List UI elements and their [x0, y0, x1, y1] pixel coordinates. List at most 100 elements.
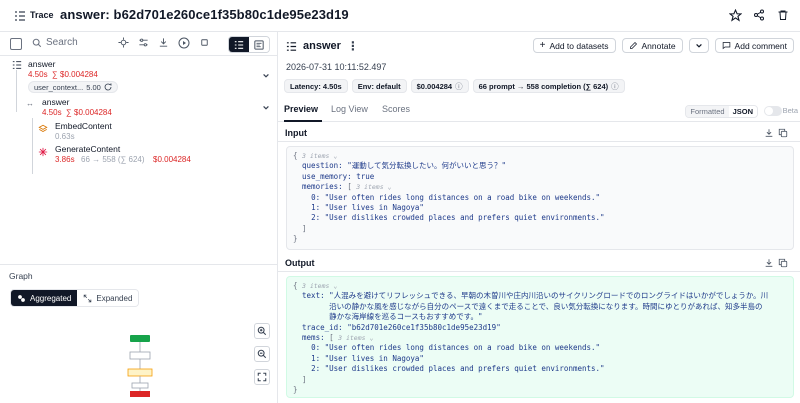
- info-icon: ⓘ: [611, 81, 619, 91]
- sliders-icon[interactable]: [138, 37, 149, 51]
- detail-panel: answer ⋮ + Add to datasets Annotate Add …: [278, 32, 800, 403]
- formatted-option[interactable]: Formatted: [686, 106, 729, 117]
- json-key: mems:: [302, 333, 325, 343]
- share-icon[interactable]: [752, 8, 766, 22]
- expanded-button[interactable]: Expanded: [77, 290, 139, 306]
- timeline-view-icon[interactable]: [249, 37, 269, 52]
- output-section-header: Output: [278, 254, 800, 272]
- json-array-item: 2: "User dislikes crowded places and pre…: [311, 213, 605, 223]
- download-icon[interactable]: [764, 128, 774, 138]
- play-icon[interactable]: [178, 37, 190, 51]
- json-key: trace_id:: [302, 322, 343, 332]
- tree-view-icon[interactable]: [229, 37, 249, 52]
- aggregated-label: Aggregated: [30, 293, 72, 303]
- sigma-icon: ∑: [66, 108, 72, 117]
- input-label: Input: [285, 128, 307, 138]
- node-latency: 0.63s: [55, 132, 75, 141]
- output-label: Output: [285, 258, 315, 268]
- tree-toolbar: Search: [0, 32, 278, 56]
- aggregated-button[interactable]: Aggregated: [11, 290, 78, 306]
- add-comment-label: Add comment: [734, 40, 787, 51]
- node-name: GenerateContent: [55, 144, 121, 154]
- env-badge: Env: default: [351, 79, 407, 93]
- more-options-icon[interactable]: ⋮: [347, 40, 359, 52]
- node-latency: 4.50s: [42, 108, 62, 117]
- observation-name: answer: [303, 40, 341, 52]
- add-to-datasets-label: Add to datasets: [549, 40, 609, 51]
- search-placeholder: Search: [46, 37, 78, 48]
- tokens-badge[interactable]: 66 prompt → 558 completion (∑ 624) ⓘ: [472, 79, 625, 93]
- copy-icon[interactable]: [778, 128, 788, 138]
- plus-icon: +: [539, 40, 546, 51]
- tree-connector: [32, 118, 33, 174]
- download-icon[interactable]: [764, 258, 774, 268]
- beta-label: Beta: [782, 106, 798, 115]
- json-array-item: 1: "User lives in Nagoya": [311, 203, 424, 213]
- items-count: 3 items: [338, 334, 366, 343]
- latency-badge: Latency: 4.50s: [284, 79, 348, 93]
- json-key: memories:: [302, 182, 343, 192]
- page-title: answer: b62d701e260ce1f35b80c1de95e23d19: [60, 7, 349, 22]
- annotate-label: Annotate: [641, 40, 676, 51]
- copy-icon[interactable]: [778, 258, 788, 268]
- cost-value: $0.004284: [416, 81, 453, 91]
- comment-icon: [722, 42, 730, 50]
- node-latency: 3.86s: [55, 155, 75, 164]
- active-tab-indicator: [284, 120, 322, 122]
- node-cost: $0.004284: [153, 155, 191, 164]
- cost-badge[interactable]: $0.004284 ⓘ: [410, 79, 469, 93]
- items-count: 3 items: [356, 183, 384, 192]
- graph-title: Graph: [9, 271, 33, 281]
- sparkle-icon: [38, 147, 48, 159]
- annotate-button[interactable]: Annotate: [621, 38, 683, 53]
- json-array-item: 1: "User lives in Nagoya": [311, 353, 424, 363]
- items-count: 3 items: [302, 152, 330, 160]
- expanded-label: Expanded: [96, 293, 133, 303]
- json-key: question:: [302, 161, 343, 171]
- input-section-header: Input: [278, 124, 800, 142]
- output-json-viewer[interactable]: { 3 items ⌄ text: "人混みを避けてリフレッシュできる、早朝の木…: [286, 276, 794, 398]
- node-cost: $0.004284: [74, 108, 112, 117]
- annotate-dropdown-button[interactable]: [688, 38, 709, 53]
- search-field[interactable]: Search: [32, 37, 78, 48]
- score-chip[interactable]: user_context... 5.00: [28, 81, 118, 93]
- span-icon: ↔: [26, 99, 34, 108]
- add-comment-button[interactable]: Add comment: [714, 38, 794, 53]
- fit-view-icon: [257, 372, 267, 382]
- chevron-down-icon[interactable]: [262, 104, 270, 112]
- json-value: "運動して気分転換したい。何がいいと思う？": [347, 161, 506, 171]
- tab-scores[interactable]: Scores: [382, 104, 410, 114]
- stop-icon[interactable]: [199, 37, 210, 51]
- trash-icon[interactable]: [776, 8, 790, 22]
- json-array-item: 2: "User dislikes crowded places and pre…: [311, 364, 605, 374]
- chevron-down-icon: [695, 43, 702, 48]
- chip-value: 5.00: [86, 82, 101, 92]
- input-json-viewer[interactable]: { 3 items ⌄ question: "運動して気分転換したい。何がいいと…: [286, 146, 794, 250]
- format-toggle: Formatted JSON: [685, 105, 758, 118]
- star-icon[interactable]: [728, 8, 742, 22]
- json-array-item: 0: "User often rides long distances on a…: [311, 192, 601, 202]
- crosshair-icon[interactable]: [118, 37, 129, 51]
- json-option[interactable]: JSON: [728, 106, 757, 117]
- graph-canvas[interactable]: [120, 327, 162, 397]
- tab-preview[interactable]: Preview: [284, 104, 318, 114]
- observation-badges: Latency: 4.50s Env: default $0.004284 ⓘ …: [284, 79, 625, 93]
- tree-connector: [16, 70, 17, 112]
- download-icon[interactable]: [158, 37, 169, 51]
- trace-list-icon: [12, 60, 22, 72]
- chevron-down-icon[interactable]: [262, 72, 270, 80]
- expand-icon: [84, 294, 92, 302]
- zoom-out-button[interactable]: [254, 346, 270, 362]
- fit-view-button[interactable]: [254, 369, 270, 385]
- tokens-value: 66 prompt → 558 completion (∑ 624): [478, 81, 609, 91]
- pencil-icon: [629, 41, 637, 49]
- json-key: use_memory:: [302, 171, 352, 181]
- collapse-panel-icon[interactable]: [10, 38, 22, 50]
- zoom-in-button[interactable]: [254, 323, 270, 339]
- zoom-in-icon: [257, 326, 267, 336]
- beta-switch[interactable]: [764, 106, 782, 116]
- json-array-item: 0: "User often rides long distances on a…: [311, 343, 601, 353]
- tab-log-view[interactable]: Log View: [331, 104, 368, 114]
- add-to-datasets-button[interactable]: + Add to datasets: [532, 38, 616, 53]
- graph-view-toggle: Aggregated Expanded: [10, 289, 140, 307]
